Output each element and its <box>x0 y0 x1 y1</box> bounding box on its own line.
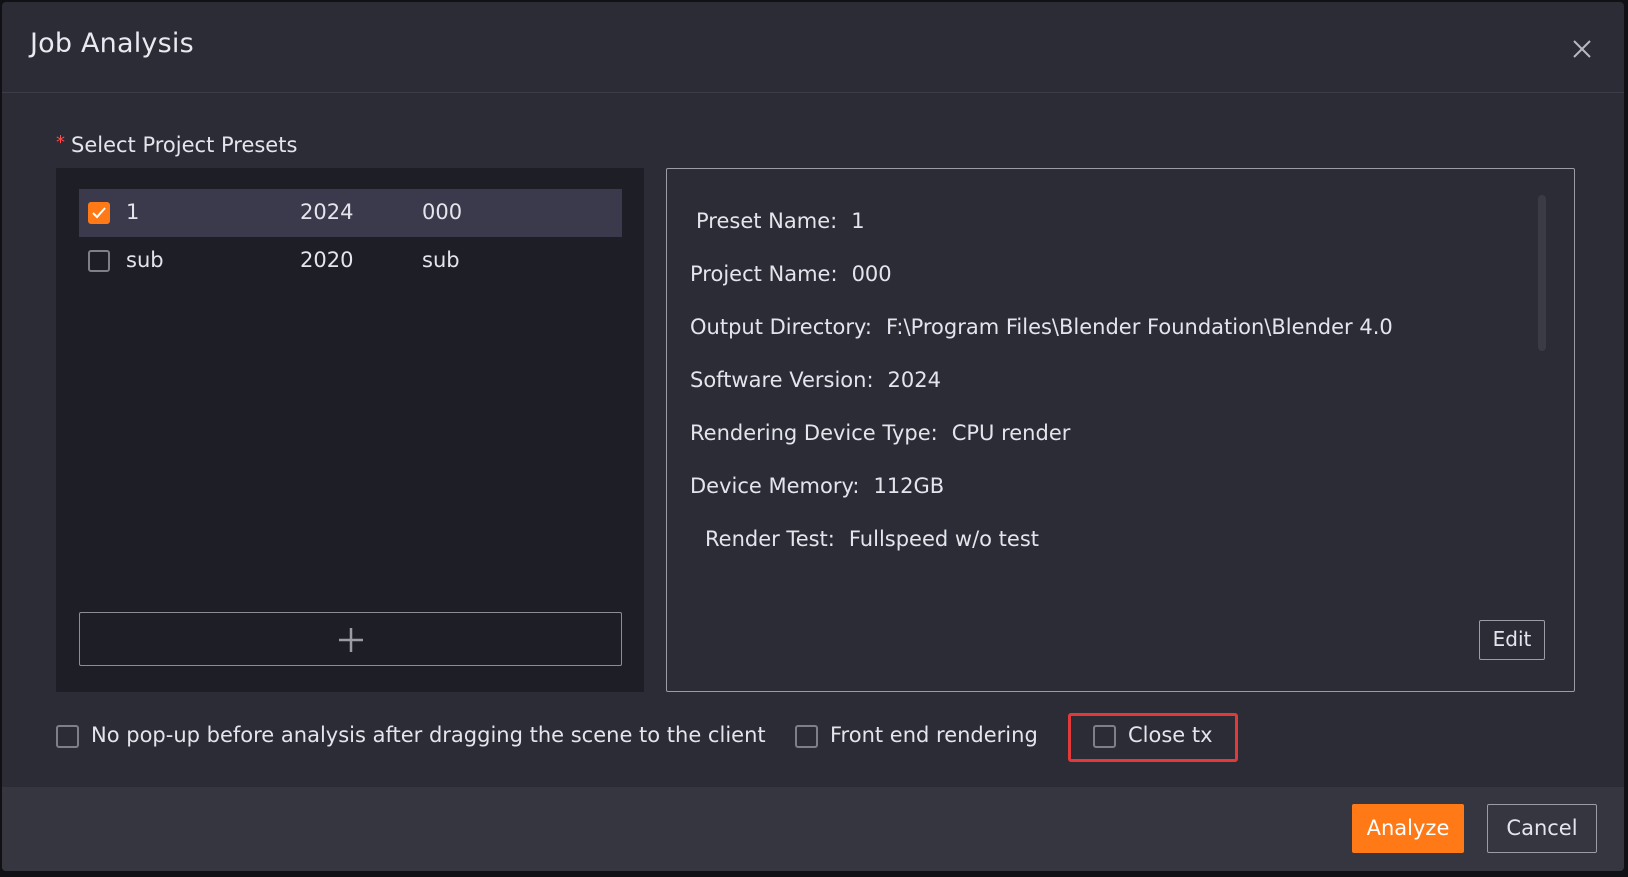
close-icon <box>1573 40 1591 58</box>
preset-name: sub <box>126 248 164 272</box>
project-name-value: 000 <box>851 262 892 286</box>
preset-name-value: 1 <box>851 209 865 233</box>
close-tx-checkbox[interactable] <box>1093 725 1116 748</box>
select-presets-label-text: Select Project Presets <box>71 133 298 157</box>
render-test-label: Render Test: <box>705 527 835 551</box>
front-end-rendering-label: Front end rendering <box>830 723 1038 747</box>
preset-project: sub <box>422 248 460 272</box>
device-memory-value: 112GB <box>873 474 945 498</box>
device-memory-label: Device Memory: <box>690 474 860 498</box>
preset-version: 2020 <box>300 248 354 272</box>
cancel-button[interactable]: Cancel <box>1487 804 1597 853</box>
close-button[interactable] <box>1570 37 1594 61</box>
preset-list-panel: 1 2024 000 sub 2020 sub <box>56 168 644 692</box>
preset-details-panel: Preset Name: 1 Project Name: 000 Output Di… <box>666 168 1575 692</box>
software-version-row: Software Version: 2024 <box>690 368 941 392</box>
project-name-label: Project Name: <box>690 262 838 286</box>
output-directory-row: Output Directory: F:\Program Files\Blende… <box>690 315 1393 339</box>
preset-version: 2024 <box>300 200 354 224</box>
device-memory-row: Device Memory: 112GB <box>690 474 944 498</box>
preset-checkbox[interactable] <box>88 202 110 224</box>
no-popup-label: No pop-up before analysis after dragging… <box>91 723 766 747</box>
dialog-titlebar: Job Analysis <box>2 2 1624 93</box>
close-tx-label: Close tx <box>1128 723 1213 747</box>
details-scrollbar[interactable] <box>1538 195 1546 351</box>
preset-checkbox[interactable] <box>88 250 110 272</box>
select-presets-label: * Select Project Presets <box>56 132 297 157</box>
project-name-row: Project Name: 000 <box>690 262 892 286</box>
preset-row[interactable]: 1 2024 000 <box>79 189 622 237</box>
plus-icon <box>339 628 363 652</box>
dialog-footer: Analyze Cancel <box>2 787 1624 871</box>
software-version-label: Software Version: <box>690 368 874 392</box>
required-mark: * <box>56 132 65 153</box>
job-analysis-dialog: Job Analysis * Select Project Presets 1 2… <box>2 2 1624 871</box>
preset-name: 1 <box>126 200 140 224</box>
preset-name-label: Preset Name: <box>696 209 838 233</box>
preset-project: 000 <box>422 200 463 224</box>
render-test-row: Render Test: Fullspeed w/o test <box>705 527 1039 551</box>
front-end-rendering-checkbox[interactable] <box>795 725 818 748</box>
checkmark-icon <box>92 207 106 219</box>
rendering-device-type-label: Rendering Device Type: <box>690 421 938 445</box>
rendering-device-type-row: Rendering Device Type: CPU render <box>690 421 1070 445</box>
preset-row[interactable]: sub 2020 sub <box>79 237 622 285</box>
no-popup-checkbox[interactable] <box>56 725 79 748</box>
software-version-value: 2024 <box>887 368 941 392</box>
render-test-value: Fullspeed w/o test <box>848 527 1040 551</box>
output-directory-value: F:\Program Files\Blender Foundation\Blen… <box>885 315 1393 339</box>
analyze-button[interactable]: Analyze <box>1352 804 1464 853</box>
dialog-title: Job Analysis <box>30 28 194 59</box>
add-preset-button[interactable] <box>79 612 622 666</box>
edit-button[interactable]: Edit <box>1479 620 1545 660</box>
output-directory-label: Output Directory: <box>690 315 872 339</box>
rendering-device-type-value: CPU render <box>951 421 1071 445</box>
preset-name-row: Preset Name: 1 <box>696 209 865 233</box>
